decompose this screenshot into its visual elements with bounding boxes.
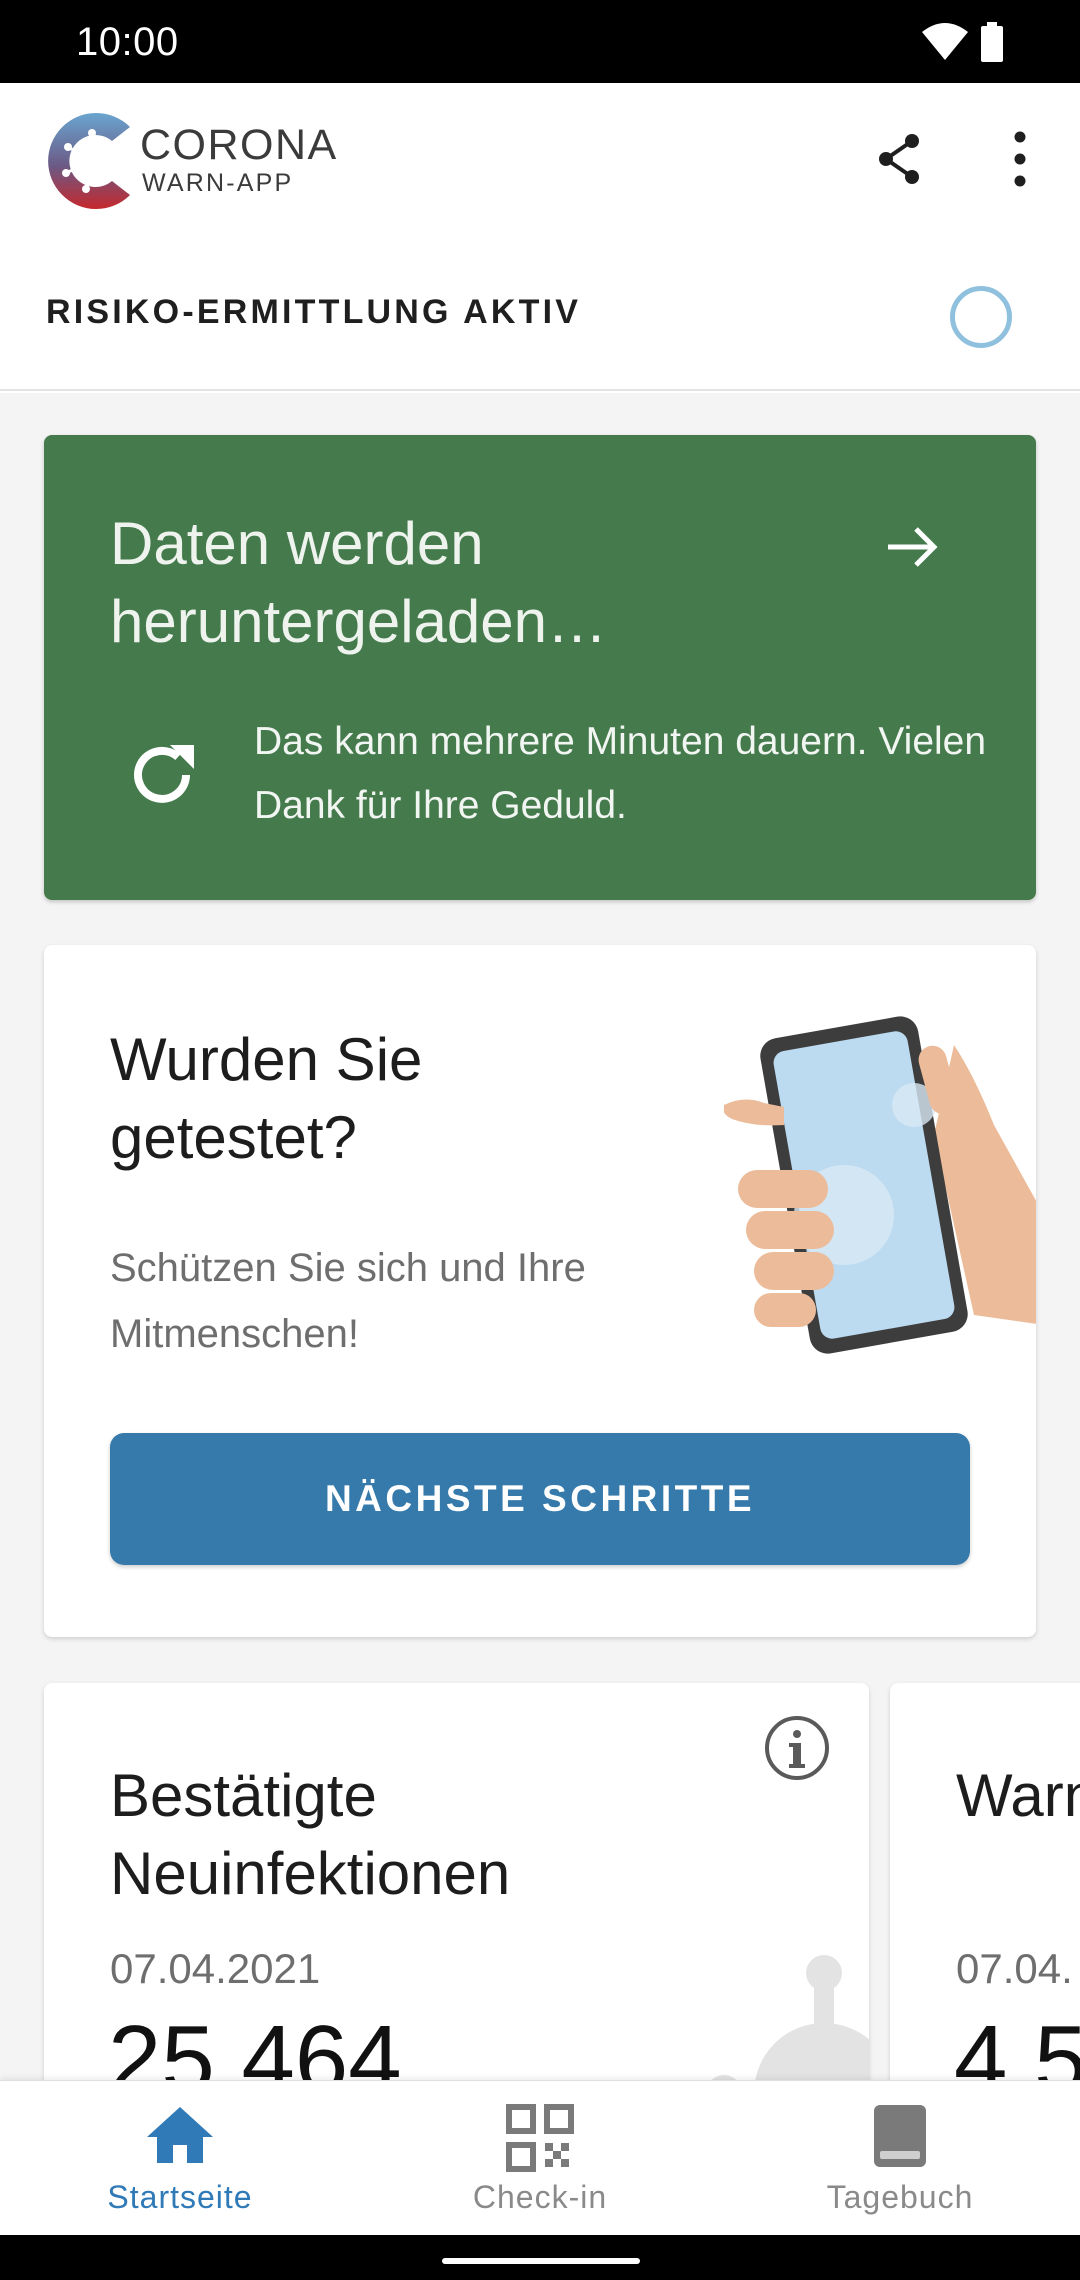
nav-item-tagebuch[interactable]: Tagebuch <box>720 2081 1080 2236</box>
stats-title: Bestätigte Neuinfektionen <box>110 1762 511 1907</box>
more-options-icon[interactable] <box>1000 129 1040 189</box>
phone-in-hand-illustration <box>724 1016 1036 1354</box>
battery-icon <box>981 22 1003 62</box>
risk-detection-status: RISIKO-ERMITTLUNG AKTIV <box>46 293 582 331</box>
virus-icon <box>711 1955 869 2080</box>
stats-value: 4.5 <box>954 2006 1080 2080</box>
refresh-icon <box>134 745 194 803</box>
nav-item-startseite[interactable]: Startseite <box>0 2081 360 2236</box>
risk-card[interactable]: Daten werden heruntergeladen… Das kann m… <box>44 435 1036 900</box>
stats-title: Warn <box>956 1762 1080 1829</box>
app-header: CORONA WARN-APP RISIKO-ERMITTLUNG AKTIV <box>0 83 1080 391</box>
home-content[interactable]: Daten werden heruntergeladen… Das kann m… <box>0 393 1080 2080</box>
gesture-navigation-bar <box>0 2235 1080 2280</box>
logo-wordmark: CORONA WARN-APP <box>140 123 338 199</box>
arrow-right-icon[interactable] <box>884 525 940 569</box>
risk-card-description: Das kann mehrere Minuten dauern. Vielen … <box>254 720 987 827</box>
status-bar: 10:00 <box>0 0 1080 83</box>
status-time: 10:00 <box>76 20 179 64</box>
stats-date: 07.04. <box>956 1945 1073 1992</box>
share-icon[interactable] <box>870 129 930 189</box>
corona-warn-app-logo <box>48 113 130 209</box>
risk-detection-indicator-icon <box>950 286 1012 348</box>
next-steps-button[interactable]: NÄCHSTE SCHRITTE <box>110 1433 970 1565</box>
wifi-icon <box>922 23 968 60</box>
logo-subtitle: WARN-APP <box>142 169 294 197</box>
logo-title: CORONA <box>140 121 338 169</box>
book-icon <box>874 2105 926 2167</box>
info-icon[interactable] <box>762 1713 832 1783</box>
stats-value: 25.464 <box>108 2006 402 2080</box>
test-card-description: Schützen Sie sich und Ihre Mitmenschen! <box>110 1246 586 1356</box>
nav-item-label: Check-in <box>472 2179 608 2215</box>
nav-item-label: Tagebuch <box>826 2179 974 2215</box>
stats-date: 07.04.2021 <box>110 1945 321 1992</box>
risk-card-title: Daten werden heruntergeladen… <box>110 510 608 655</box>
bottom-navigation: Startseite Check-in Tagebuch <box>0 2080 1080 2235</box>
nav-item-label: Startseite <box>107 2179 253 2215</box>
stats-card-new-infections: Bestätigte Neuinfektionen 07.04.2021 25.… <box>44 1683 869 2080</box>
test-card-title: Wurden Sie getestet? <box>110 1026 423 1171</box>
test-card: Wurden Sie getestet? Schützen Sie sich u… <box>44 945 1036 1637</box>
home-icon <box>147 2107 213 2163</box>
nav-item-check-in[interactable]: Check-in <box>360 2081 720 2236</box>
qr-code-icon <box>506 2104 574 2172</box>
home-gesture-handle[interactable] <box>442 2258 640 2264</box>
stats-card-warnings: Warn 07.04. 4.5 <box>890 1683 1080 2080</box>
